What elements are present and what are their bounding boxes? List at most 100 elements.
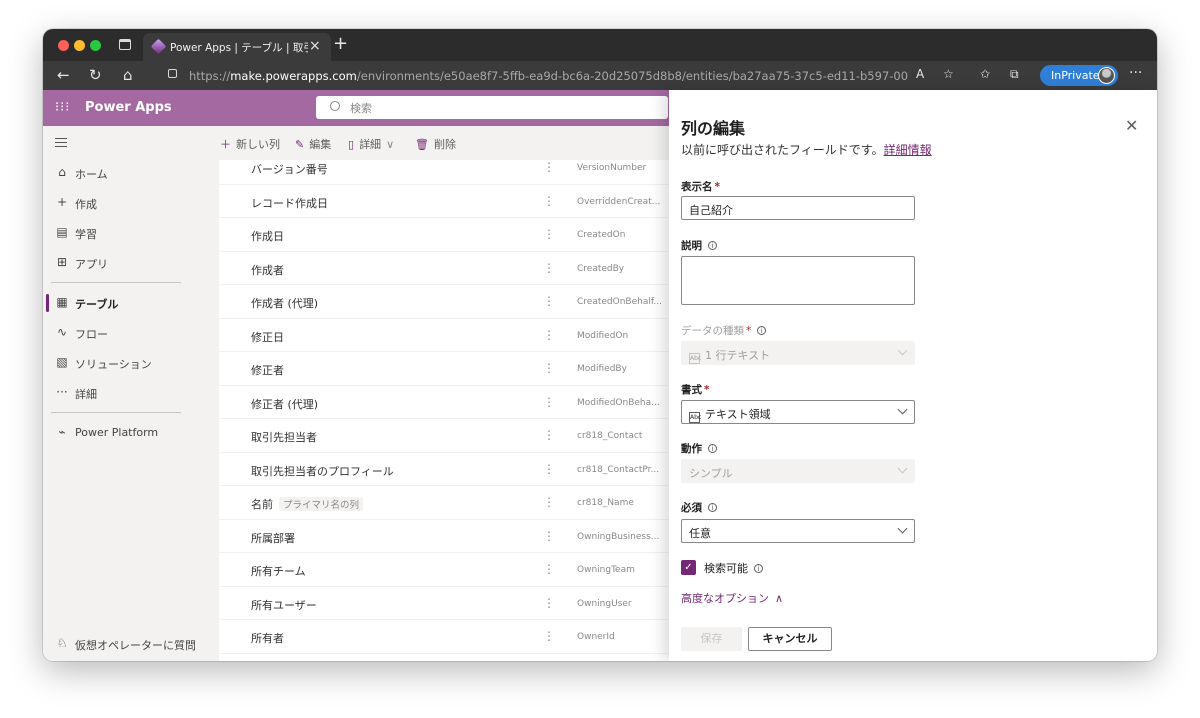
table-row[interactable]: 取引先担当者 ⋮ cr818_Contact (219, 419, 670, 453)
searchable-checkbox[interactable]: ✓ (681, 560, 696, 575)
more-menu-icon[interactable]: ··· (1129, 65, 1142, 81)
nav-item-learn[interactable]: ▤ 学習 (43, 220, 195, 246)
display-name-field[interactable]: 自己紹介 (681, 196, 915, 220)
behavior-dropdown[interactable]: シンプル (681, 459, 915, 483)
row-more-icon[interactable]: ⋮ (543, 462, 555, 476)
table-row[interactable]: 名前 プライマリ名の列 ⋮ cr818_Name (219, 486, 670, 520)
panel-title: 列の編集 (681, 119, 746, 138)
delete-button[interactable]: 🗑 削除 (415, 136, 456, 152)
new-tab-button[interactable]: + (333, 35, 348, 53)
favorite-add-icon[interactable]: ☆ (943, 67, 954, 81)
row-more-icon[interactable]: ⋮ (543, 361, 555, 375)
maximize-window-button[interactable] (90, 40, 101, 51)
new-column-button[interactable]: ＋ 新しい列 (220, 136, 280, 152)
row-more-icon[interactable]: ⋮ (543, 328, 555, 342)
label-text: データの種類 (681, 325, 744, 337)
row-more-icon[interactable]: ⋮ (543, 294, 555, 308)
cancel-button[interactable]: キャンセル (748, 627, 832, 651)
data-type-dropdown[interactable]: Abc 1 行テキスト (681, 341, 915, 365)
row-more-icon[interactable]: ⋮ (543, 160, 555, 174)
info-icon[interactable]: i (708, 241, 717, 250)
column-name-text: 修正日 (251, 330, 284, 344)
table-row[interactable]: 修正者 ⋮ ModifiedBy (219, 352, 670, 386)
brand-title[interactable]: Power Apps (85, 100, 172, 115)
refresh-icon[interactable]: ↻ (89, 66, 102, 84)
table-row[interactable]: 状態⋮statecode (219, 654, 670, 662)
table-row[interactable]: 所属部署 ⋮ OwningBusiness... (219, 520, 670, 553)
row-more-icon[interactable]: ⋮ (543, 562, 555, 576)
row-more-icon[interactable]: ⋮ (543, 596, 555, 610)
table-row[interactable]: レコード作成日 ⋮ OverriddenCreat... (219, 185, 670, 218)
close-window-button[interactable] (58, 40, 69, 51)
nav-item-apps[interactable]: ⊞ アプリ (43, 250, 195, 276)
table-row[interactable]: 作成者 (代理) ⋮ CreatedOnBehalf... (219, 285, 670, 319)
nav-item-create[interactable]: + 作成 (43, 190, 195, 216)
table-row[interactable]: 所有者 ⋮ OwnerId (219, 620, 670, 654)
row-more-icon[interactable]: ⋮ (543, 261, 555, 275)
info-icon[interactable]: i (754, 564, 763, 573)
nav-item-tables[interactable]: ▦ テーブル (43, 290, 195, 316)
details-button[interactable]: ▯ 詳細 ∨ (348, 136, 394, 152)
table-row[interactable]: 作成者 ⋮ CreatedBy (219, 252, 670, 285)
row-more-icon[interactable]: ⋮ (543, 495, 555, 509)
nav-divider (51, 282, 181, 283)
favorites-icon[interactable]: ✩ (980, 67, 990, 81)
app-launcher-icon[interactable]: ⁝⁝⁝ (55, 101, 70, 114)
plus-icon: ＋ (220, 138, 231, 151)
trash-icon: 🗑 (415, 138, 429, 151)
table-row[interactable]: 修正者 (代理) ⋮ ModifiedOnBeha... (219, 386, 670, 419)
required-mark: * (714, 181, 721, 193)
column-display-name: レコード作成日 (251, 195, 328, 211)
home-icon[interactable]: ⌂ (123, 66, 133, 84)
edit-button[interactable]: ✎ 編集 (295, 136, 331, 152)
search-box[interactable]: 検索 (316, 96, 668, 119)
table-row[interactable]: バージョン番号 ⋮ VersionNumber (219, 160, 670, 185)
back-arrow-icon[interactable]: ← (57, 66, 70, 84)
nav-item-solutions[interactable]: ▧ ソリューション (43, 350, 195, 376)
row-more-icon[interactable]: ⋮ (543, 194, 555, 208)
nav-item-home[interactable]: ⌂ ホーム (43, 160, 195, 186)
description-field[interactable] (681, 256, 915, 305)
info-icon[interactable]: i (757, 326, 767, 335)
nav-item-flows[interactable]: ∿ フロー (43, 320, 195, 346)
edit-column-panel: 列の編集 ✕ 以前に呼び出されたフィールドです。詳細情報 表示名 * 自己紹介 説… (669, 90, 1157, 661)
column-display-name: バージョン番号 (251, 161, 328, 177)
url-field[interactable]: https://make.powerapps.com/environments/… (189, 69, 909, 84)
row-more-icon[interactable]: ⋮ (543, 227, 555, 241)
collections-icon[interactable]: ⧉ (1010, 67, 1019, 82)
table-row[interactable]: 修正日 ⋮ ModifiedOn (219, 319, 670, 352)
row-more-icon[interactable]: ⋮ (543, 428, 555, 442)
text-line-icon: Abc (689, 353, 702, 364)
save-button[interactable]: 保存 (681, 627, 742, 651)
details-label: 詳細 (359, 138, 382, 151)
inprivate-badge[interactable]: InPrivate (1040, 65, 1118, 86)
menu-collapse-icon[interactable] (55, 138, 67, 147)
nav-item-power-platform[interactable]: ⌁ Power Platform (43, 420, 195, 446)
learn-more-link[interactable]: 詳細情報 (884, 143, 932, 157)
format-dropdown[interactable]: Abc テキスト領域 (681, 400, 915, 424)
row-more-icon[interactable]: ⋮ (543, 529, 555, 543)
tab-close-icon[interactable]: × (309, 38, 321, 54)
required-dropdown[interactable]: 任意 (681, 519, 915, 543)
row-more-icon[interactable]: ⋮ (543, 395, 555, 409)
columns-table: バージョン番号 ⋮ VersionNumber レコード作成日 ⋮ OverriddenC… (219, 160, 670, 661)
chevron-down-icon (897, 463, 908, 474)
browser-tab[interactable]: Power Apps | テーブル | 取引先担当者 × (143, 33, 331, 61)
edit-label: 編集 (309, 138, 332, 151)
advanced-options-toggle[interactable]: 高度なオプション ∧ (681, 590, 783, 606)
minimize-window-button[interactable] (74, 40, 85, 51)
info-icon[interactable]: i (708, 503, 717, 512)
table-row[interactable]: 作成日 ⋮ CreatedOn (219, 218, 670, 252)
close-icon[interactable]: ✕ (1125, 116, 1138, 135)
table-row[interactable]: 所有チーム ⋮ OwningTeam (219, 553, 670, 587)
table-row[interactable]: 取引先担当者のプロフィール ⋮ cr818_ContactPr... (219, 453, 670, 486)
info-icon[interactable]: i (708, 444, 717, 453)
nav-divider (51, 412, 181, 413)
read-aloud-icon[interactable]: A (916, 67, 924, 81)
tab-actions-icon[interactable] (119, 39, 131, 50)
nav-item-more[interactable]: ··· 詳細 (43, 380, 195, 406)
row-more-icon[interactable]: ⋮ (543, 629, 555, 643)
ask-virtual-agent[interactable]: ♘ 仮想オペレーターに質問 (43, 631, 195, 655)
column-name-text: 所有者 (251, 632, 284, 645)
table-row[interactable]: 所有ユーザー ⋮ OwningUser (219, 587, 670, 620)
